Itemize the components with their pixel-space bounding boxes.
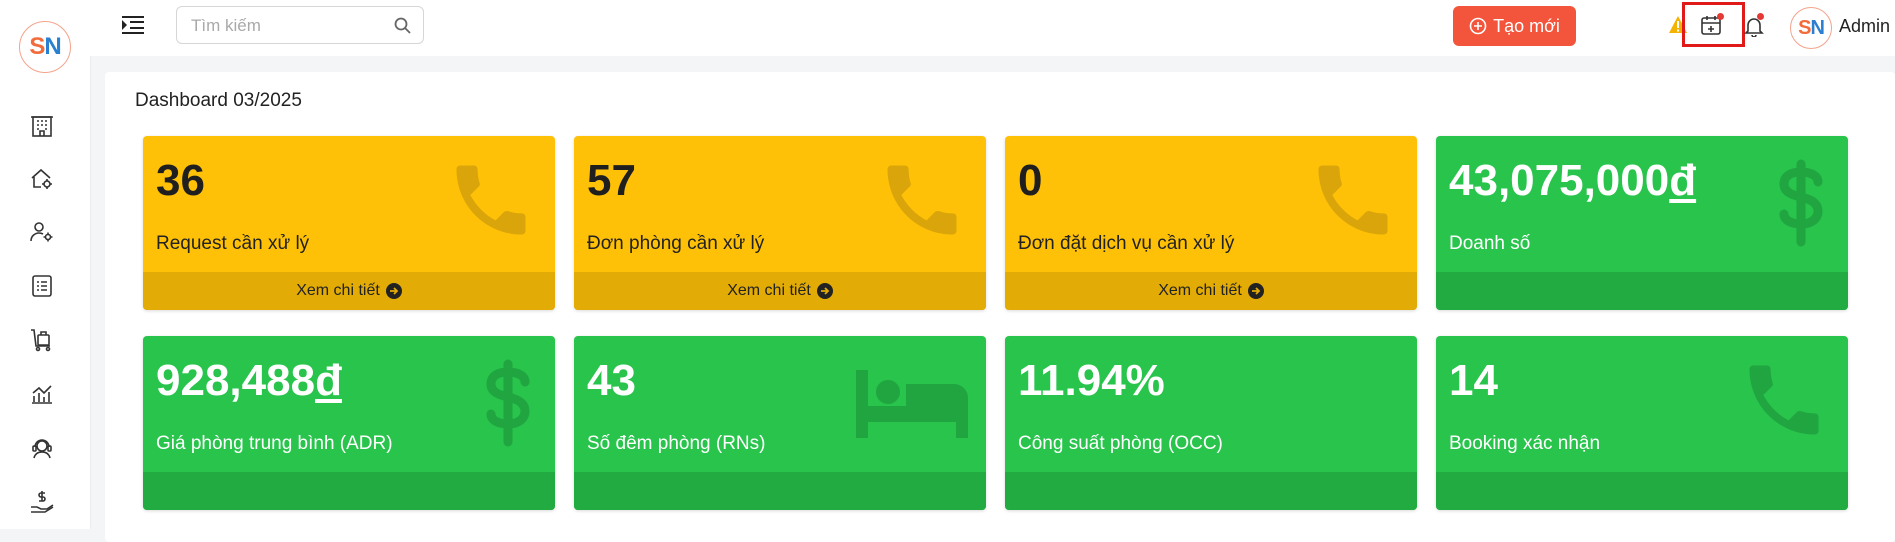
arrow-circle-right-icon xyxy=(385,283,402,299)
stat-number: 928,488 xyxy=(156,356,316,405)
stat-value: 43,075,000đ xyxy=(1449,156,1696,206)
search-box xyxy=(176,6,424,45)
user-settings-icon[interactable] xyxy=(28,218,56,246)
dollar-icon xyxy=(483,358,533,453)
stat-card-service-orders: 0 Đơn đặt dịch vụ cần xử lý Xem chi tiết xyxy=(1005,136,1417,310)
phone-icon xyxy=(1738,354,1830,451)
stat-label: Giá phòng trung bình (ADR) xyxy=(156,433,393,454)
view-details-link[interactable]: Xem chi tiết xyxy=(143,272,555,310)
stat-value: 928,488đ xyxy=(156,356,342,406)
card-footer xyxy=(1436,272,1848,310)
stat-card-revenue: 43,075,000đ Doanh số xyxy=(1436,136,1848,310)
sidebar: SN xyxy=(0,0,91,529)
create-new-label: Tạo mới xyxy=(1493,15,1560,36)
user-name[interactable]: Admin xyxy=(1839,16,1890,37)
bell-notification-dot xyxy=(1757,13,1764,20)
luggage-icon[interactable] xyxy=(28,326,56,354)
stat-label: Số đêm phòng (RNs) xyxy=(587,433,766,454)
stat-card-room-nights: 43 Số đêm phòng (RNs) xyxy=(574,336,986,510)
stat-card-occupancy: 11.94% Công suất phòng (OCC) xyxy=(1005,336,1417,510)
warning-icon[interactable] xyxy=(1668,15,1688,35)
top-bar xyxy=(90,0,1895,56)
logo-letter-n: N xyxy=(44,33,61,60)
stat-value: 0 xyxy=(1018,156,1043,205)
card-footer xyxy=(143,472,555,510)
stat-label: Công suất phòng (OCC) xyxy=(1018,433,1223,454)
stat-number: 43,075,000 xyxy=(1449,156,1670,205)
search-icon[interactable] xyxy=(394,17,411,39)
home-settings-icon[interactable] xyxy=(28,165,56,193)
view-details-label: Xem chi tiết xyxy=(1158,282,1242,299)
currency-symbol: đ xyxy=(315,356,342,405)
phone-icon xyxy=(445,154,537,251)
view-details-label: Xem chi tiết xyxy=(296,282,380,299)
phone-icon xyxy=(876,154,968,251)
app-logo[interactable]: SN xyxy=(19,21,71,73)
phone-icon xyxy=(1307,154,1399,251)
dollar-icon xyxy=(1776,158,1826,253)
view-details-link[interactable]: Xem chi tiết xyxy=(1005,272,1417,310)
logo-letter-s: S xyxy=(29,33,45,60)
stat-label: Doanh số xyxy=(1449,233,1531,254)
view-details-link[interactable]: Xem chi tiết xyxy=(574,272,986,310)
card-footer xyxy=(574,472,986,510)
stat-card-requests: 36 Request cần xử lý Xem chi tiết xyxy=(143,136,555,310)
hotel-icon[interactable] xyxy=(28,112,56,140)
card-footer xyxy=(1436,472,1848,510)
stat-label: Request cần xử lý xyxy=(156,233,310,254)
stat-value: 57 xyxy=(587,156,636,205)
page-title: Dashboard 03/2025 xyxy=(135,90,302,111)
plus-circle-icon xyxy=(1469,17,1487,35)
dashboard-panel: Dashboard 03/2025 36 Request cần xử lý X… xyxy=(105,72,1895,542)
stat-label: Đơn đặt dịch vụ cần xử lý xyxy=(1018,233,1235,254)
stat-card-adr: 928,488đ Giá phòng trung bình (ADR) xyxy=(143,336,555,510)
chart-icon[interactable] xyxy=(28,380,56,408)
arrow-circle-right-icon xyxy=(816,283,833,299)
arrow-circle-right-icon xyxy=(1247,283,1264,299)
support-icon[interactable] xyxy=(28,434,56,462)
stat-value: 43 xyxy=(587,356,636,405)
avatar[interactable]: SN xyxy=(1790,7,1832,49)
avatar-letter-n: N xyxy=(1810,16,1824,39)
bed-icon xyxy=(856,370,968,443)
search-input[interactable] xyxy=(189,7,393,45)
calendar-notification-dot xyxy=(1717,13,1724,20)
view-details-label: Xem chi tiết xyxy=(727,282,811,299)
stat-value: 36 xyxy=(156,156,205,205)
menu-toggle-icon[interactable] xyxy=(120,12,146,38)
list-icon[interactable] xyxy=(28,272,56,300)
stat-value: 11.94% xyxy=(1018,356,1165,405)
stat-label: Đơn phòng cần xử lý xyxy=(587,233,765,254)
stat-card-room-orders: 57 Đơn phòng cần xử lý Xem chi tiết xyxy=(574,136,986,310)
card-footer xyxy=(1005,472,1417,510)
currency-symbol: đ xyxy=(1669,156,1697,205)
stat-value: 14 xyxy=(1449,356,1498,405)
avatar-letter-s: S xyxy=(1798,16,1811,39)
stat-label: Booking xác nhận xyxy=(1449,433,1601,454)
money-hand-icon[interactable] xyxy=(28,488,56,516)
create-new-button[interactable]: Tạo mới xyxy=(1453,6,1576,46)
stat-card-confirmed-bookings: 14 Booking xác nhận xyxy=(1436,336,1848,510)
